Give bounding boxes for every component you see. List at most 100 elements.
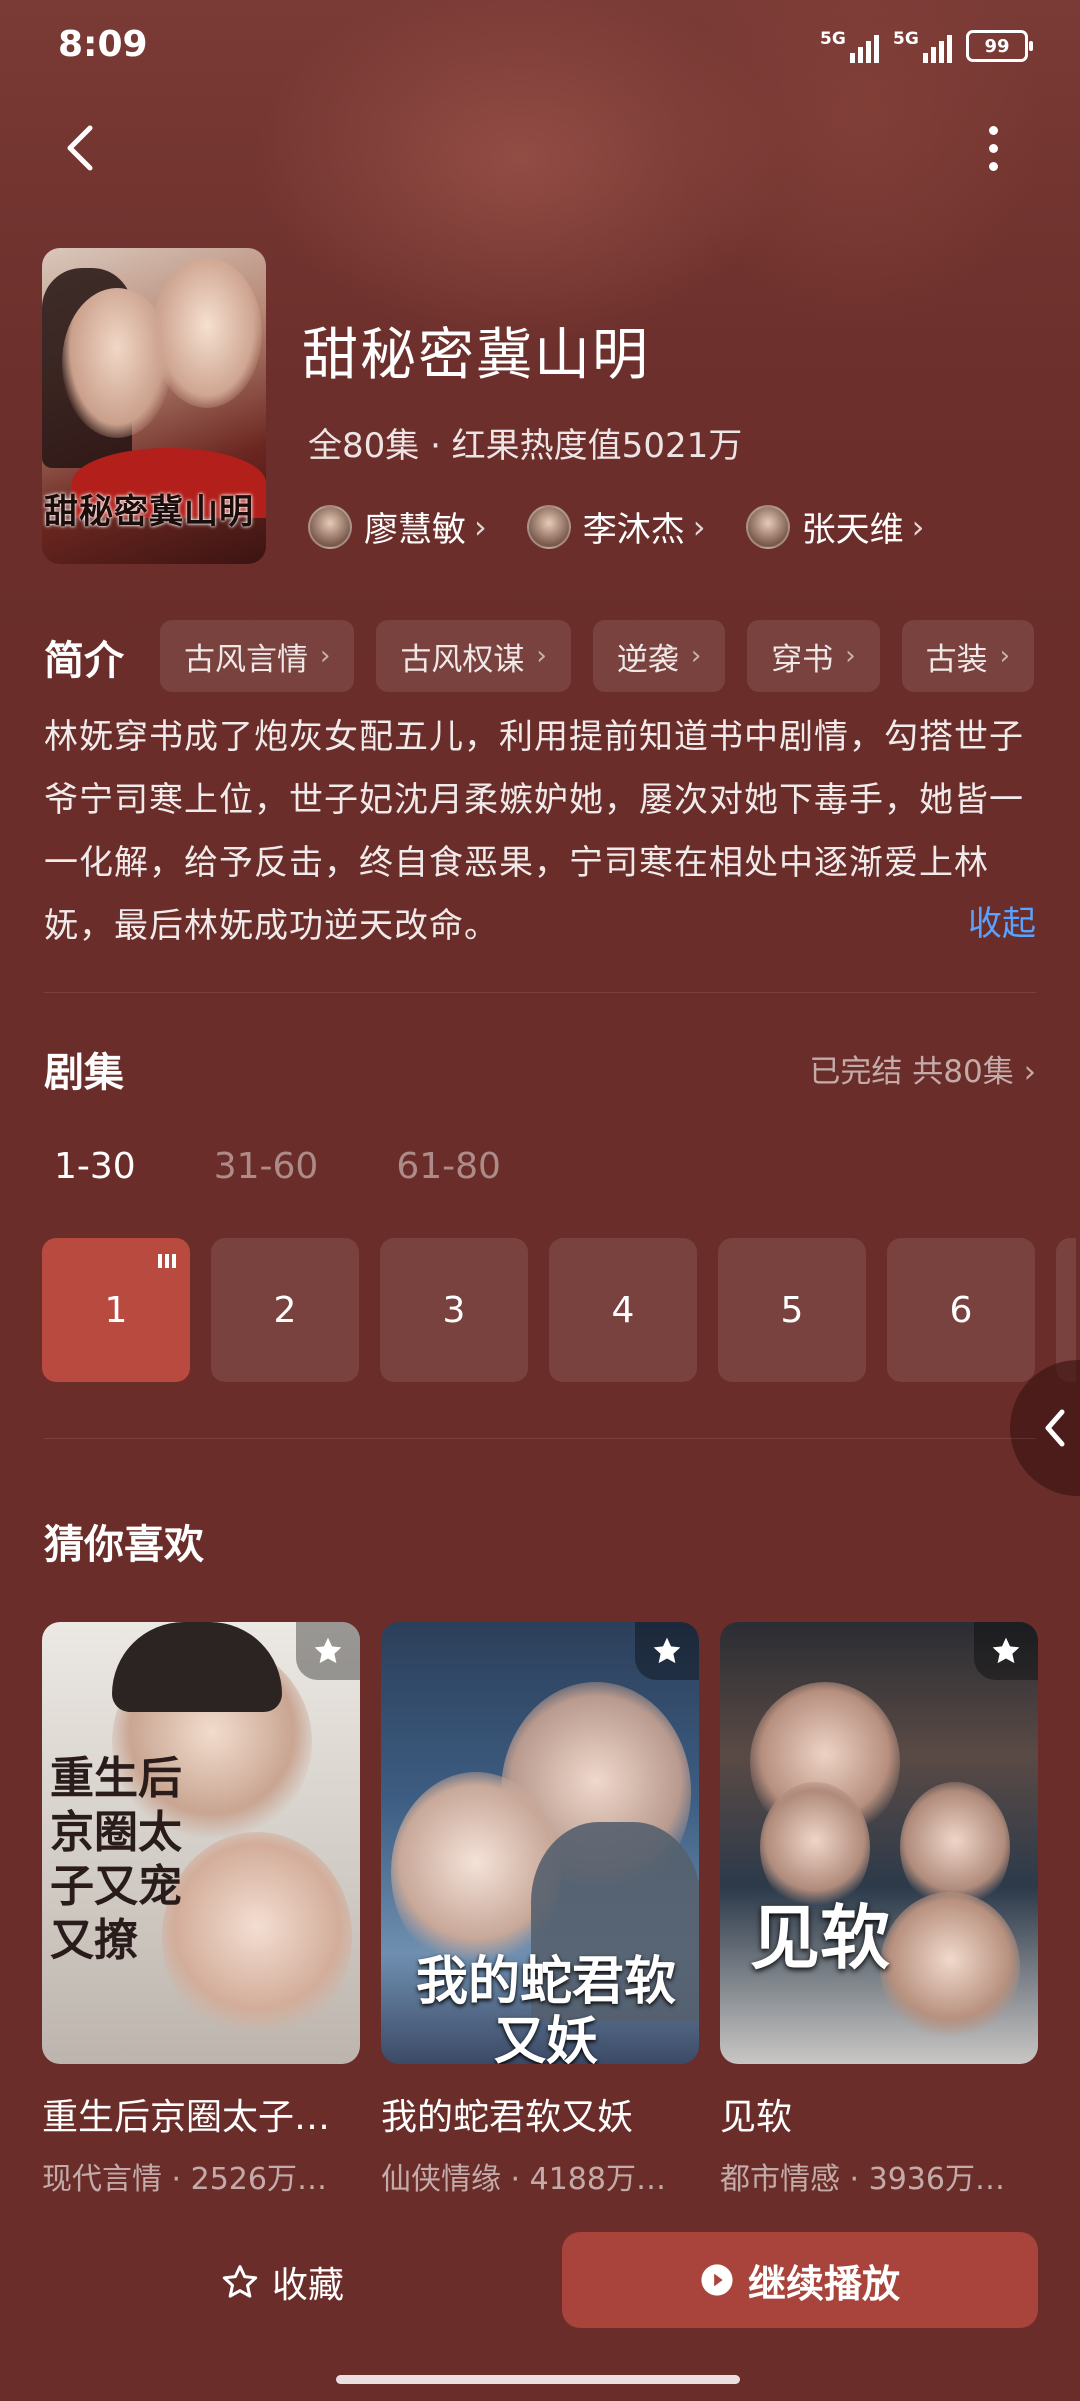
episode-button[interactable]: 4 — [549, 1238, 697, 1382]
chevron-right-icon: › — [474, 507, 487, 546]
drama-title: 甜秘密冀山明 — [302, 323, 650, 388]
genre-tag[interactable]: 逆袭 › — [592, 620, 726, 692]
continue-play-button[interactable]: 继续播放 — [562, 2232, 1038, 2328]
signal-label-2: 5G — [893, 29, 919, 49]
recommend-cover: 重生后京圈太子又宠又撩 — [42, 1622, 360, 2064]
cast-list: 廖慧敏 › 李沐杰 › 张天维 › — [308, 502, 924, 551]
recommend-title: 重生后京圈太子… — [42, 2097, 331, 2138]
poster-title-text: 甜秘密冀山明 — [44, 492, 254, 532]
playing-icon — [158, 1254, 176, 1268]
genre-tag[interactable]: 古风言情 › — [160, 620, 355, 692]
divider — [44, 992, 1036, 993]
signal-icon: 5G — [820, 29, 879, 63]
tag-label: 穿书 — [771, 641, 834, 678]
intro-heading: 简介 — [44, 638, 124, 684]
more-options-button[interactable] — [968, 118, 1018, 178]
signal-label: 5G — [820, 29, 846, 49]
cast-item[interactable]: 李沐杰 › — [526, 502, 706, 551]
recommend-meta: 都市情感 · 3936万… — [720, 2162, 1005, 2197]
episode-button[interactable]: 1 — [42, 1238, 190, 1382]
recommend-heading: 猜你喜欢 — [44, 1522, 204, 1568]
dot-icon — [988, 125, 998, 135]
battery-level: 99 — [984, 35, 1010, 57]
favorite-badge[interactable] — [974, 1622, 1038, 1680]
genre-tags: 古风言情 › 古风权谋 › 逆袭 › 穿书 › 古装 › — [160, 620, 1035, 692]
recommend-card[interactable]: 见软 见软 都市情感 · 3936万… — [720, 1622, 1038, 2198]
episode-number: 1 — [104, 1289, 128, 1331]
cast-name: 李沐杰 — [582, 510, 685, 550]
divider — [44, 1438, 1036, 1439]
avatar — [745, 504, 790, 549]
episode-range-tabs: 1-30 31-60 61-80 — [54, 1146, 501, 1187]
continue-play-label: 继续播放 — [747, 2261, 900, 2306]
avatar — [308, 504, 352, 549]
status-time: 8:09 — [58, 24, 148, 65]
chevron-left-icon — [67, 125, 93, 171]
episode-number: 2 — [273, 1289, 297, 1331]
favorite-badge[interactable] — [635, 1622, 699, 1680]
episode-button[interactable]: 6 — [887, 1238, 1035, 1382]
signal-icon-2: 5G — [893, 29, 952, 63]
drama-meta: 全80集 · 红果热度值5021万 — [308, 426, 743, 466]
status-icons: 5G 5G 99 — [820, 26, 1033, 66]
episode-number: 6 — [949, 1289, 973, 1331]
episodes-heading: 剧集 — [44, 1050, 124, 1096]
tab-range-1[interactable]: 1-30 — [54, 1146, 136, 1187]
recommend-cover: 我的蛇君软又妖 — [381, 1622, 699, 2064]
back-button[interactable] — [54, 118, 114, 178]
avatar — [526, 504, 571, 549]
home-indicator[interactable] — [336, 2375, 740, 2384]
episodes-status-link[interactable]: 已完结 共80集 › — [809, 1046, 1036, 1091]
tag-label: 古装 — [925, 641, 988, 678]
cover-title-text: 我的蛇君软又妖 — [415, 1951, 676, 2065]
dot-icon — [988, 143, 998, 153]
episode-number: 3 — [442, 1289, 466, 1331]
cast-item[interactable]: 张天维 › — [745, 502, 925, 551]
chevron-right-icon: › — [845, 641, 856, 671]
drama-poster[interactable]: 甜秘密冀山明 — [42, 248, 266, 564]
play-icon — [701, 2264, 733, 2296]
episode-grid: 1 2 3 4 5 6 — [42, 1238, 1076, 1382]
synopsis-text: 林妩穿书成了炮灰女配五儿，利用提前知道书中剧情，勾搭世子爷宁司寒上位，世子妃沈月… — [44, 717, 1024, 946]
episode-number: 4 — [611, 1289, 635, 1331]
battery-icon: 99 — [966, 30, 1033, 62]
tab-range-3[interactable]: 61-80 — [396, 1146, 501, 1187]
dot-icon — [988, 161, 998, 171]
favorite-badge[interactable] — [296, 1622, 360, 1680]
episode-button[interactable]: 2 — [211, 1238, 359, 1382]
cast-item[interactable]: 廖慧敏 › — [308, 502, 487, 551]
star-outline-icon — [222, 2265, 258, 2298]
cover-title-text: 见软 — [750, 1896, 890, 1979]
star-icon — [653, 1637, 681, 1664]
chevron-right-icon: › — [1023, 1054, 1036, 1090]
recommend-meta: 仙侠情缘 · 4188万… — [381, 2162, 666, 2197]
episode-button[interactable]: 3 — [380, 1238, 528, 1382]
cast-name: 廖慧敏 — [364, 510, 466, 550]
genre-tag[interactable]: 穿书 › — [747, 620, 880, 692]
episode-button[interactable]: 5 — [718, 1238, 866, 1382]
chevron-right-icon: › — [690, 641, 702, 671]
star-icon — [992, 1637, 1020, 1664]
tag-label: 逆袭 — [616, 641, 679, 678]
chevron-left-icon — [1045, 1409, 1065, 1447]
tab-range-2[interactable]: 31-60 — [214, 1146, 319, 1187]
recommend-card[interactable]: 重生后京圈太子又宠又撩 重生后京圈太子… 现代言情 · 2526万… — [42, 1622, 360, 2198]
recommend-cover: 见软 — [720, 1622, 1038, 2064]
favorite-label: 收藏 — [272, 2265, 345, 2306]
recommend-meta: 现代言情 · 2526万… — [42, 2162, 327, 2197]
chevron-right-icon: › — [692, 507, 706, 546]
chevron-right-icon: › — [320, 641, 331, 671]
star-icon — [314, 1637, 342, 1664]
genre-tag[interactable]: 古装 › — [901, 620, 1035, 692]
collapse-link[interactable]: 收起 — [968, 896, 1036, 945]
genre-tag[interactable]: 古风权谋 › — [376, 620, 571, 692]
tag-label: 古风权谋 — [400, 641, 525, 678]
chevron-right-icon: › — [536, 641, 547, 671]
chevron-right-icon: › — [911, 507, 925, 546]
recommend-card[interactable]: 我的蛇君软又妖 我的蛇君软又妖 仙侠情缘 · 4188万… — [381, 1622, 699, 2198]
chevron-right-icon: › — [999, 641, 1011, 671]
episodes-status-text: 已完结 共80集 — [809, 1054, 1014, 1090]
cast-name: 张天维 — [801, 510, 904, 550]
favorite-button[interactable]: 收藏 — [220, 2256, 344, 2308]
recommend-title: 我的蛇君软又妖 — [381, 2097, 634, 2138]
